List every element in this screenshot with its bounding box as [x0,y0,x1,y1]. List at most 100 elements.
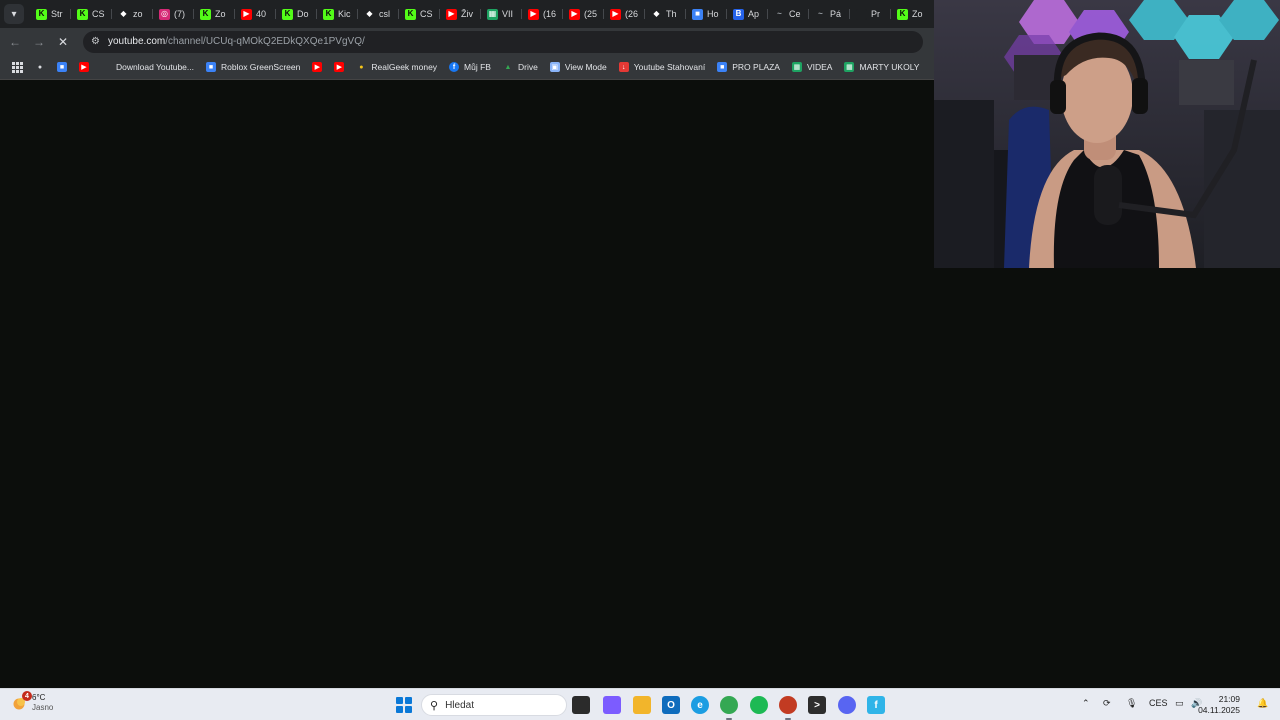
taskbar-search[interactable]: ⚲ Hledat [421,694,567,716]
tab-label: Ho [707,9,719,19]
bookmark-item[interactable]: ■ [51,57,73,77]
site-info-icon[interactable]: ⚙ [91,36,100,47]
spotify-icon [750,696,768,714]
youtube-icon: ▶ [446,8,457,20]
chevron-up-icon[interactable]: ⌃ [1082,698,1090,709]
sync-icon[interactable]: ⟳ [1103,698,1111,709]
bookmark-item[interactable]: ● [29,57,51,77]
browser-tab[interactable]: ◆ zo [112,0,153,28]
browser-tab[interactable]: ◆ csl [358,0,399,28]
bookmark-item[interactable]: ● RealGeek money [350,57,443,77]
tab-list: K Str K CS ◆ zo ◎ (7) K Zo ▶ 40 K Do K Kic ◆ csl K CS ▶ Živ ▦ V… [30,0,932,28]
microphone-icon[interactable]: 🎙 [1126,698,1137,709]
tab-label: Str [51,9,63,19]
tab-label: Th [666,9,677,19]
chrome-taskbar-button[interactable] [718,694,740,720]
browser-tab[interactable]: ■ Ho [686,0,727,28]
tab-label: Ce [789,9,801,19]
blank-icon [856,8,867,20]
diamond-icon: ◆ [120,9,127,18]
discord-taskbar-button[interactable] [836,694,858,716]
browser-tab[interactable]: K Zo [194,0,235,28]
folder-icon [633,696,651,714]
network-icon[interactable]: ▭ [1175,698,1184,709]
browser-tab[interactable]: K Str [30,0,71,28]
tab-label: csl [379,9,390,19]
bookmark-item[interactable]: ▲ Drive [497,57,544,77]
stop-loading-button[interactable]: ✕ [51,30,75,54]
bookmark-item[interactable]: ↓ Youtube Stahovaní [613,57,712,77]
file-explorer-taskbar-button[interactable] [631,694,653,716]
browser-tab[interactable]: K CS [71,0,112,28]
bookmark-label: View Mode [564,62,607,72]
apps-button[interactable] [6,57,29,77]
forward-button[interactable]: → [27,30,51,54]
browser-tab[interactable]: ▶ Živ [440,0,481,28]
tab-label: zo [133,9,143,19]
browser-tab[interactable]: ◆ Th [645,0,686,28]
address-bar[interactable]: ⚙ youtube.com/channel/UCUq-qMOkQ2EDkQXQe… [83,30,923,53]
weather-condition: Jasno [32,703,54,712]
bookmark-label: Youtube Stahovaní [633,62,706,72]
f-app-taskbar-button[interactable]: f [865,694,887,716]
obs-taskbar-button[interactable] [777,694,799,720]
tab-label: VII [502,9,514,19]
browser-tab[interactable]: K CS [399,0,440,28]
browser-tab[interactable]: K Kic [317,0,358,28]
bookmark-item[interactable]: ▶ [328,57,350,77]
task-view-icon [572,696,590,714]
browser-tab[interactable]: ▶ 40 [235,0,276,28]
browser-tab[interactable]: Pr [850,0,891,28]
clock[interactable]: 21:09 04.11.2025 [1198,694,1240,716]
bookmark-item[interactable]: ▦ MARTY UKOLY [838,57,925,77]
task-view-taskbar-button[interactable] [570,694,592,716]
browser-tab[interactable]: K Zo [891,0,932,28]
bookmark-item[interactable]: ▦ VIDEA [786,57,839,77]
clock-date: 04.11.2025 [1198,705,1240,715]
browser-tab[interactable]: ▶ (25 [563,0,604,28]
browser-tab[interactable]: K Do [276,0,317,28]
language-indicator[interactable]: CES [1149,698,1168,708]
bookmark-label: MARTY UKOLY [859,62,920,72]
notification-bell-icon[interactable]: 🔔 [1257,698,1268,709]
back-button[interactable]: ← [3,30,27,54]
search-icon: ⚲ [430,699,439,712]
bookmark-item[interactable]: ■ PRO PLAZA [711,57,786,77]
spotify-taskbar-button[interactable] [748,694,770,716]
bookmark-label: Roblox GreenScreen [220,62,301,72]
bookmark-item[interactable]: ▣ View Mode [544,57,613,77]
bookmark-item[interactable]: Download Youtube... [95,57,200,77]
outlook-taskbar-button[interactable]: O [660,694,682,716]
webcam-overlay [934,0,1280,268]
copilot-taskbar-button[interactable] [601,694,623,716]
start-button[interactable] [396,697,412,713]
youtube-icon: ▶ [569,8,580,20]
browser-tab[interactable]: ▶ (16 [522,0,563,28]
browser-tab[interactable]: B Ap [727,0,768,28]
tab-label: Pr [871,9,880,19]
bookmark-item[interactable]: ■ Roblox GreenScreen [200,57,306,77]
browser-tab[interactable]: ◎ (7) [153,0,194,28]
tab-label: Zo [912,9,923,19]
bookmark-item[interactable]: ▶ [306,57,328,77]
url-host: youtube.com [107,36,166,47]
weather-widget[interactable]: 4 6°C Jasno [12,691,54,713]
instagram-icon: ◎ [159,8,170,20]
tab-label: CS [420,9,433,19]
terminal-taskbar-button[interactable]: > [806,694,828,716]
tab-search-button[interactable]: ▾ [4,4,24,24]
url-text[interactable]: youtube.com/channel/UCUq-qMOkQ2EDkQXQe1P… [108,36,365,47]
wave-icon: ~ [777,9,782,18]
webcam-image [934,0,1280,268]
edge-taskbar-button[interactable]: e [689,694,711,716]
browser-tab[interactable]: ~ Pá [809,0,850,28]
browser-tab[interactable]: ▦ VII [481,0,522,28]
bookmark-item[interactable]: f Můj FB [443,57,497,77]
browser-tab[interactable]: ▶ (26 [604,0,645,28]
bookmark-label: Drive [517,62,538,72]
browser-toolbar: ← → ✕ ⚙ youtube.com/channel/UCUq-qMOkQ2E… [0,28,934,55]
kick-icon: K [897,8,908,20]
browser-tab[interactable]: ~ Ce [768,0,809,28]
bookmark-item[interactable]: ▶ [73,57,95,77]
tab-label: 40 [256,9,267,19]
